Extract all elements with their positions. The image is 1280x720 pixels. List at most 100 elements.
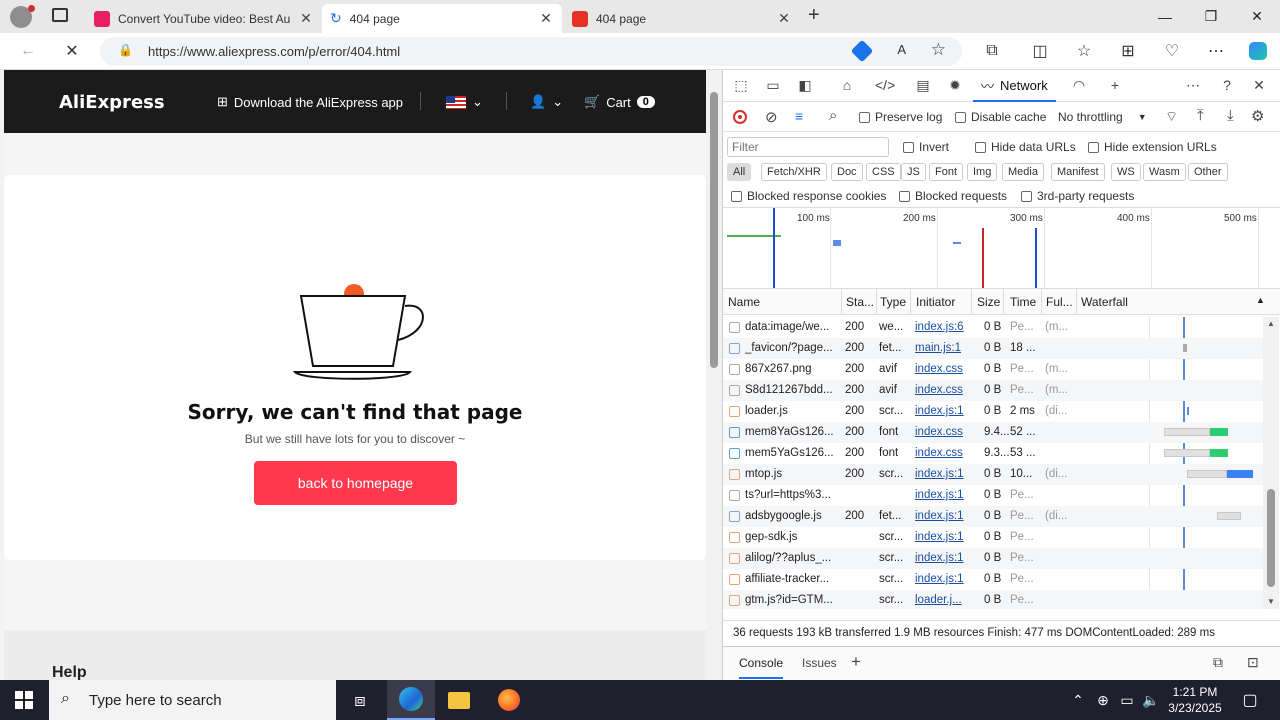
filter-fetch-xhr[interactable]: Fetch/XHR [761,163,827,181]
shopping-icon[interactable] [850,39,874,63]
help-icon[interactable]: ? [1217,77,1237,95]
column-name[interactable]: Name [728,295,760,309]
filter-ws[interactable]: WS [1111,163,1141,181]
column-type[interactable]: Type [880,295,906,309]
cart-link[interactable]: 🛒 Cart 0 [584,94,655,110]
network-settings-gear-icon[interactable]: ⚙ [1251,107,1264,125]
cell-initiator[interactable]: main.js:1 [915,342,961,354]
request-row[interactable]: data:image/we... 200 we... index.js:6 0 B Pe.… [723,317,1263,338]
cell-initiator[interactable]: index.js:1 [915,510,964,522]
table-scrollbar[interactable]: ▲ ▼ [1263,317,1279,609]
extensions-icon[interactable]: ⧉ [978,39,1006,63]
sources-bug-icon[interactable]: ✹ [945,77,965,95]
dock-side-icon[interactable]: ◧ [795,77,815,95]
cell-initiator[interactable]: index.js:1 [915,573,964,585]
aliexpress-logo[interactable]: AliExpress [59,92,165,113]
clear-icon[interactable]: ⊘ [765,108,778,126]
invert-checkbox[interactable]: Invert [903,140,949,154]
scroll-thumb[interactable] [710,92,718,368]
windows-start-icon[interactable] [0,680,48,720]
preserve-log-checkbox[interactable]: Preserve log [859,110,942,124]
cell-initiator[interactable]: index.css [915,363,963,375]
cell-initiator[interactable]: index.css [915,384,963,396]
import-har-icon[interactable]: ⤒ [1197,107,1204,124]
more-options-icon[interactable]: ⋯ [1183,77,1203,95]
address-bar[interactable]: 🔒 https://www.aliexpress.com/p/error/404… [100,37,962,66]
hide-extension-urls-checkbox[interactable]: Hide extension URLs [1088,140,1217,154]
close-tab-icon[interactable]: ✕ [538,10,554,27]
notifications-icon[interactable]: ▢ [1230,680,1270,720]
cell-initiator[interactable]: index.css [915,447,963,459]
settings-menu-icon[interactable]: ⋯ [1202,39,1230,63]
undock-drawer-icon[interactable]: ⧉ [1213,654,1223,671]
maximize-button[interactable]: ❐ [1188,0,1234,33]
favorites-icon[interactable]: ☆ [1070,39,1098,63]
search-icon[interactable]: ⌕ [829,107,837,124]
filter-js[interactable]: JS [901,163,926,181]
export-har-icon[interactable]: ⤓ [1227,107,1234,124]
page-scrollbar[interactable] [706,70,722,680]
record-icon[interactable] [733,110,747,124]
network-overview-timeline[interactable]: 100 ms 200 ms 300 ms 400 ms 500 ms [723,207,1280,289]
read-aloud-icon[interactable]: A [897,42,906,57]
favorite-star-icon[interactable]: ☆ [931,40,946,60]
welcome-home-icon[interactable]: ⌂ [837,77,857,95]
network-conditions-icon[interactable]: ⌔ [1165,108,1178,126]
filter-wasm[interactable]: Wasm [1143,163,1186,181]
blocked-response-cookies-checkbox[interactable]: Blocked response cookies [731,189,886,203]
edge-browser-icon[interactable] [387,680,435,720]
taskbar-clock[interactable]: 1:21 PM 3/23/2025 [1150,684,1240,716]
drawer-tab-console[interactable]: Console [739,656,784,679]
back-to-homepage-button[interactable]: back to homepage [254,461,457,505]
device-emulation-icon[interactable]: ▭ [763,77,783,95]
hide-data-urls-checkbox[interactable]: Hide data URLs [975,140,1076,154]
tab-404-active[interactable]: ↻ 404 page ✕ [322,4,562,33]
drawer-tab-issues[interactable]: Issues [802,656,837,670]
stop-loading-button[interactable]: ✕ [58,39,86,63]
column-waterfall[interactable]: Waterfall [1081,295,1128,309]
tab-404[interactable]: 404 page ✕ [564,4,800,33]
request-row[interactable]: S8d121267bdd... 200 avif index.css 0 B Pe... (… [723,380,1263,401]
cell-initiator[interactable]: index.css [915,426,963,438]
file-explorer-icon[interactable] [435,680,483,720]
filter-manifest[interactable]: Manifest [1051,163,1105,181]
cell-initiator[interactable]: index.js:1 [915,552,964,564]
close-tab-icon[interactable]: ✕ [298,10,314,27]
column-initiator[interactable]: Initiator [916,295,955,309]
request-row[interactable]: 867x267.png 200 avif index.css 0 B Pe... (m... [723,359,1263,380]
filter-input[interactable] [727,137,889,157]
tab-network[interactable]: 〰 Network [973,70,1056,102]
request-row[interactable]: mem5YaGs126... 200 font index.css 9.3... 53 .… [723,443,1263,464]
more-tools-plus-icon[interactable]: + [1105,77,1125,95]
request-row[interactable]: adsbygoogle.js 200 fet... index.js:1 0 B Pe..… [723,506,1263,527]
elements-icon[interactable]: </> [875,77,895,95]
filter-media[interactable]: Media [1002,163,1044,181]
request-row[interactable]: _favicon/?page... 200 fet... main.js:1 0 B 18… [723,338,1263,359]
new-tab-button[interactable]: + [808,4,820,27]
filter-all[interactable]: All [727,163,752,181]
disable-cache-checkbox[interactable]: Disable cache [955,110,1046,124]
account-menu[interactable]: 👤 ⌄ [530,94,563,110]
copilot-icon[interactable] [1244,39,1272,63]
close-devtools-icon[interactable]: ✕ [1249,77,1269,95]
request-row[interactable]: alilog/??aplus_... scr... index.js:1 0 B Pe.… [723,548,1263,569]
performance-icon[interactable]: ◠ [1069,77,1089,95]
console-icon[interactable]: ▤ [913,77,933,95]
filter-font[interactable]: Font [929,163,964,181]
request-row[interactable]: mem8YaGs126... 200 font index.css 9.4... 52 .… [723,422,1263,443]
cell-initiator[interactable]: index.js:1 [915,405,964,417]
cell-initiator[interactable]: index.js:1 [915,489,964,501]
taskbar-search-box[interactable]: ⌕ Type here to search [49,680,336,720]
split-screen-icon[interactable]: ◫ [1026,39,1054,63]
firefox-icon[interactable] [485,680,533,720]
minimize-button[interactable]: — [1142,0,1188,33]
cell-initiator[interactable]: index.js:1 [915,468,964,480]
country-selector[interactable]: ⌄ [446,94,483,110]
column-status[interactable]: Sta... [846,295,874,309]
scroll-thumb[interactable] [1267,489,1275,587]
back-button[interactable]: ← [14,39,42,63]
inspect-element-icon[interactable]: ⬚ [731,77,751,95]
collections-icon[interactable]: ⊞ [1114,39,1142,63]
filter-img[interactable]: Img [967,163,998,181]
sort-ascending-icon[interactable]: ▲ [1256,295,1265,305]
